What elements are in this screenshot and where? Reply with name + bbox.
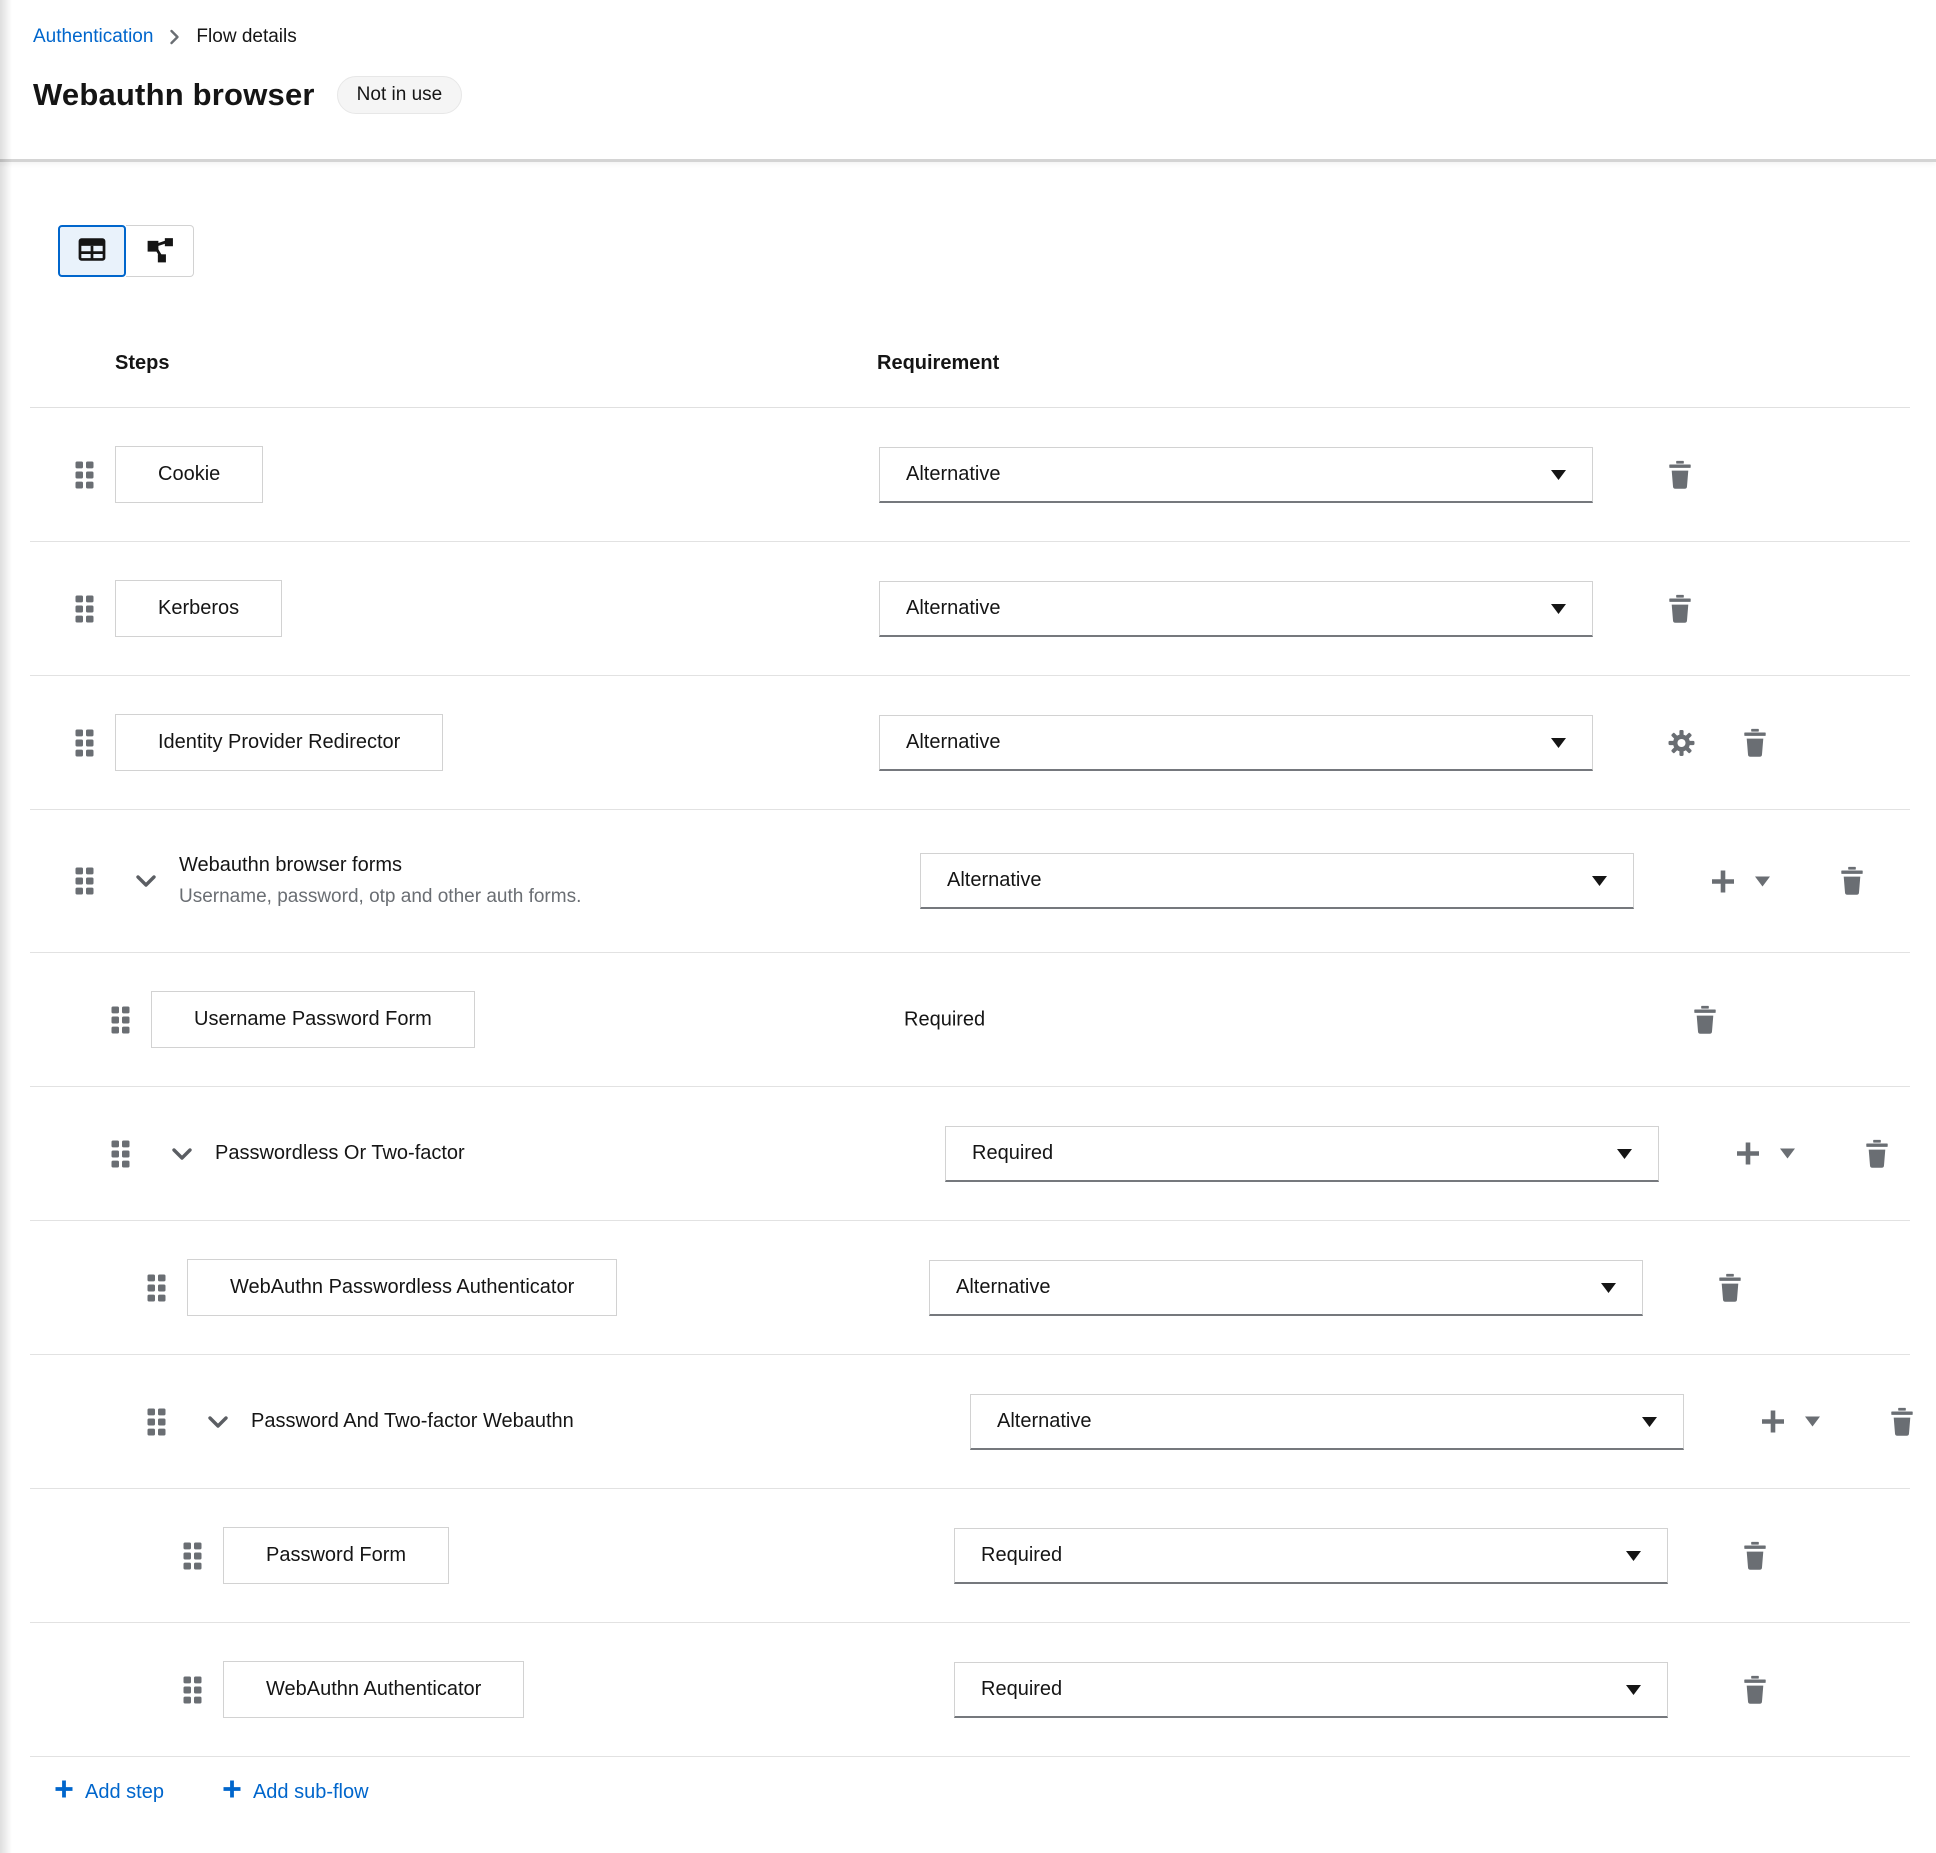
status-badge: Not in use (336, 76, 463, 114)
requirement-select[interactable]: Alternative (879, 714, 1593, 771)
flow-row-subflow: Webauthn browser forms Username, passwor… (30, 810, 1910, 953)
plus-icon (54, 1779, 74, 1805)
delete-trash-button[interactable] (1840, 866, 1864, 896)
caret-down-icon (1601, 1276, 1616, 1299)
step-name-box: Kerberos (115, 580, 283, 637)
flow-row-step: WebAuthn Authenticator Required (30, 1623, 1910, 1757)
left-edge-shadow (0, 0, 12, 1853)
delete-trash-button[interactable] (1743, 728, 1767, 757)
step-name-box: Identity Provider Redirector (115, 714, 444, 771)
breadcrumb-current: Flow details (196, 26, 297, 47)
settings-gear-button[interactable] (1668, 729, 1695, 756)
breadcrumb-separator-icon (169, 29, 180, 45)
flow-details-panel: Steps Requirement Cookie Alternative Ker… (30, 225, 1913, 1805)
drag-handle-icon[interactable] (146, 1273, 167, 1303)
flow-row-step: Kerberos Alternative (30, 542, 1910, 676)
requirement-text: Required (904, 1008, 986, 1030)
drag-handle-icon[interactable] (146, 1407, 167, 1437)
drag-handle-icon[interactable] (74, 866, 95, 896)
caret-down-icon (1617, 1142, 1632, 1165)
flow-row-step: Cookie Alternative (30, 408, 1910, 542)
drag-handle-icon[interactable] (182, 1675, 203, 1705)
requirement-select[interactable]: Alternative (879, 580, 1593, 637)
drag-handle-icon[interactable] (74, 460, 95, 490)
subflow-description: Username, password, otp and other auth f… (179, 886, 582, 907)
flow-row-step: Identity Provider Redirector Alternative (30, 676, 1910, 810)
requirement-select[interactable]: Required (954, 1527, 1668, 1584)
requirement-select[interactable]: Required (954, 1661, 1668, 1718)
delete-trash-button[interactable] (1693, 1005, 1717, 1034)
column-header-requirement: Requirement (877, 352, 1000, 374)
delete-trash-button[interactable] (1668, 460, 1692, 489)
add-execution-plus-button[interactable] (1734, 1140, 1762, 1168)
requirement-select[interactable]: Alternative (920, 853, 1634, 909)
chevron-down-icon[interactable] (135, 874, 157, 888)
step-name-box: Cookie (115, 446, 264, 503)
subflow-title: Webauthn browser forms (179, 854, 403, 876)
caret-down-icon (1551, 463, 1566, 486)
requirement-select[interactable]: Alternative (929, 1259, 1643, 1316)
drag-handle-icon[interactable] (182, 1541, 203, 1571)
step-name-box: Password Form (223, 1527, 450, 1584)
flow-row-step: Password Form Required (30, 1489, 1910, 1623)
delete-trash-button[interactable] (1668, 594, 1692, 623)
drag-handle-icon[interactable] (110, 1139, 131, 1169)
add-execution-plus-button[interactable] (1709, 867, 1737, 895)
flow-row-step: Username Password Form Required (30, 953, 1910, 1087)
chevron-down-icon[interactable] (207, 1415, 229, 1429)
diagram-view-button[interactable] (126, 225, 194, 277)
view-toggle-group (58, 225, 194, 277)
breadcrumb: Authentication Flow details (33, 26, 1903, 48)
actions-caret-button[interactable] (1755, 876, 1770, 886)
step-name-box: Username Password Form (151, 991, 475, 1048)
flow-rows-list: Cookie Alternative Kerberos Alternative … (30, 408, 1913, 1757)
drag-handle-icon[interactable] (74, 594, 95, 624)
add-sub-flow-button[interactable]: Add sub-flow (222, 1779, 369, 1805)
actions-caret-button[interactable] (1780, 1148, 1795, 1159)
requirement-select[interactable]: Required (945, 1125, 1659, 1182)
chevron-down-icon[interactable] (171, 1147, 193, 1161)
column-header-steps: Steps (115, 352, 170, 374)
subflow-title: Passwordless Or Two-factor (215, 1142, 465, 1164)
delete-trash-button[interactable] (1718, 1273, 1742, 1302)
requirement-select[interactable]: Alternative (970, 1393, 1684, 1450)
delete-trash-button[interactable] (1743, 1675, 1767, 1704)
add-execution-plus-button[interactable] (1759, 1408, 1787, 1436)
flow-row-subflow: Passwordless Or Two-factor Required (30, 1087, 1910, 1221)
page-title: Webauthn browser (33, 77, 315, 112)
drag-handle-icon[interactable] (74, 728, 95, 758)
plus-icon (222, 1779, 242, 1805)
actions-caret-button[interactable] (1805, 1416, 1820, 1427)
caret-down-icon (1551, 597, 1566, 620)
subflow-title: Password And Two-factor Webauthn (251, 1410, 574, 1432)
breadcrumb-link-authentication[interactable]: Authentication (33, 26, 153, 48)
delete-trash-button[interactable] (1743, 1541, 1767, 1570)
caret-down-icon (1551, 731, 1566, 754)
table-header: Steps Requirement (30, 277, 1910, 408)
diagram-view-icon (146, 237, 174, 266)
requirement-select[interactable]: Alternative (879, 446, 1593, 503)
step-name-box: WebAuthn Authenticator (223, 1661, 525, 1718)
caret-down-icon (1626, 1544, 1641, 1567)
view-toolbar (30, 225, 1910, 277)
drag-handle-icon[interactable] (110, 1005, 131, 1035)
flow-row-subflow: Password And Two-factor Webauthn Alterna… (30, 1355, 1913, 1489)
page-header: Authentication Flow details Webauthn bro… (0, 0, 1936, 162)
caret-down-icon (1642, 1410, 1657, 1433)
table-view-icon (78, 238, 106, 264)
table-view-button[interactable] (58, 225, 126, 277)
delete-trash-button[interactable] (1890, 1407, 1914, 1436)
add-step-button[interactable]: Add step (54, 1779, 164, 1805)
flow-row-step: WebAuthn Passwordless Authenticator Alte… (30, 1221, 1910, 1355)
delete-trash-button[interactable] (1865, 1139, 1889, 1168)
caret-down-icon (1592, 869, 1607, 892)
footer-actions: Add step Add sub-flow (30, 1757, 1910, 1805)
step-name-box: WebAuthn Passwordless Authenticator (187, 1259, 618, 1316)
caret-down-icon (1626, 1678, 1641, 1701)
